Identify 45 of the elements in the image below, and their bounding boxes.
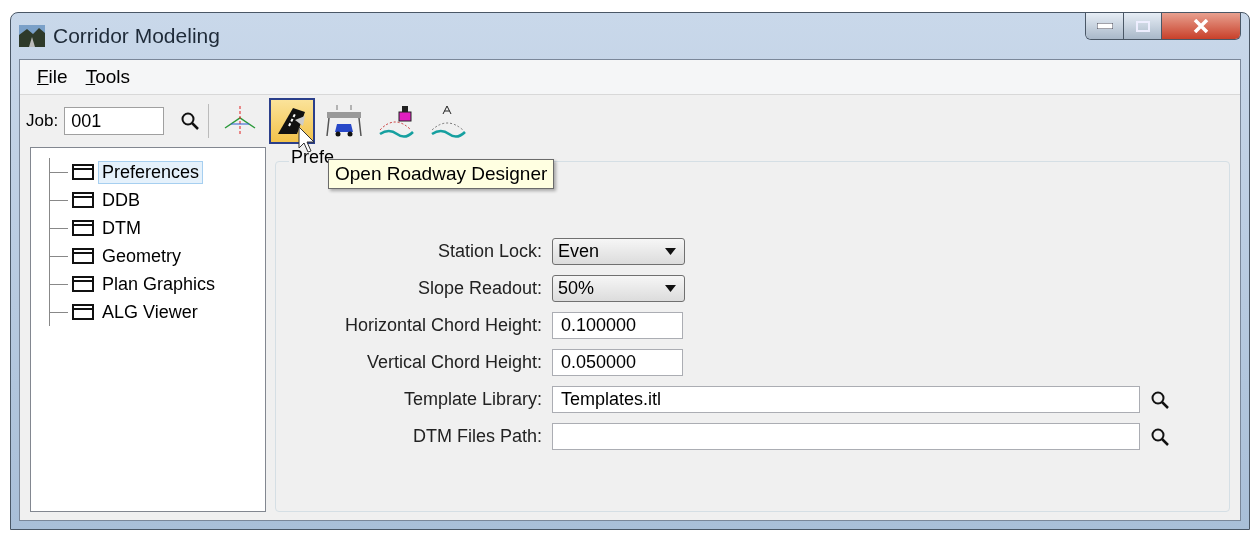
window-icon — [72, 304, 94, 320]
job-label: Job: — [26, 111, 59, 131]
browse-button[interactable] — [1150, 389, 1170, 410]
window-icon — [72, 192, 94, 208]
dropdown[interactable]: 50% — [552, 275, 685, 302]
annotation-icon — [429, 104, 468, 138]
browse-button[interactable] — [1150, 426, 1170, 447]
input-field[interactable]: Templates.itl — [552, 386, 1140, 413]
menu-item[interactable]: Tools — [85, 66, 130, 88]
field-label: Vertical Chord Height: — [365, 352, 542, 373]
window-icon — [72, 220, 94, 236]
field-label: Station Lock: — [436, 241, 542, 262]
minimize-icon — [1096, 23, 1113, 29]
window-icon — [72, 248, 94, 264]
job-field[interactable]: 001 — [64, 107, 165, 135]
car-in-tunnel-icon — [325, 104, 364, 138]
tree-item[interactable]: Geometry — [98, 244, 186, 268]
field-label: Slope Readout: — [416, 278, 542, 299]
menu-item[interactable]: File — [37, 66, 68, 88]
tree-item[interactable]: DTM — [98, 216, 145, 240]
close-icon — [1193, 19, 1209, 33]
window-title: Corridor Modeling — [53, 24, 220, 48]
window-icon — [72, 276, 94, 292]
maximize-button[interactable] — [1124, 13, 1162, 39]
close-button[interactable] — [1162, 13, 1240, 39]
search-button[interactable] — [180, 111, 201, 131]
dropdown[interactable]: Even — [552, 238, 685, 265]
tree-item[interactable]: ALG Viewer — [98, 300, 202, 324]
input-field[interactable]: 0.100000 — [552, 312, 683, 339]
minimize-button[interactable] — [1086, 13, 1124, 39]
window-icon — [72, 164, 94, 180]
tree-item[interactable]: Plan Graphics — [98, 272, 220, 296]
tooltip: Open Roadway Designer — [328, 159, 555, 189]
dropdown-arrow-icon — [665, 285, 676, 292]
field-label: DTM Files Path: — [411, 426, 542, 447]
input-field[interactable]: 0.050000 — [552, 349, 683, 376]
field-label: Horizontal Chord Height: — [343, 315, 542, 336]
dropdown-arrow-icon — [665, 248, 676, 255]
component-icon — [377, 104, 416, 138]
field-label: Template Library: — [402, 389, 542, 410]
tree-item[interactable]: DDB — [98, 188, 144, 212]
app-icon — [19, 25, 45, 47]
input-field[interactable] — [552, 423, 1140, 450]
tree-item[interactable]: Preferences — [98, 160, 204, 184]
maximize-icon — [1135, 20, 1150, 32]
